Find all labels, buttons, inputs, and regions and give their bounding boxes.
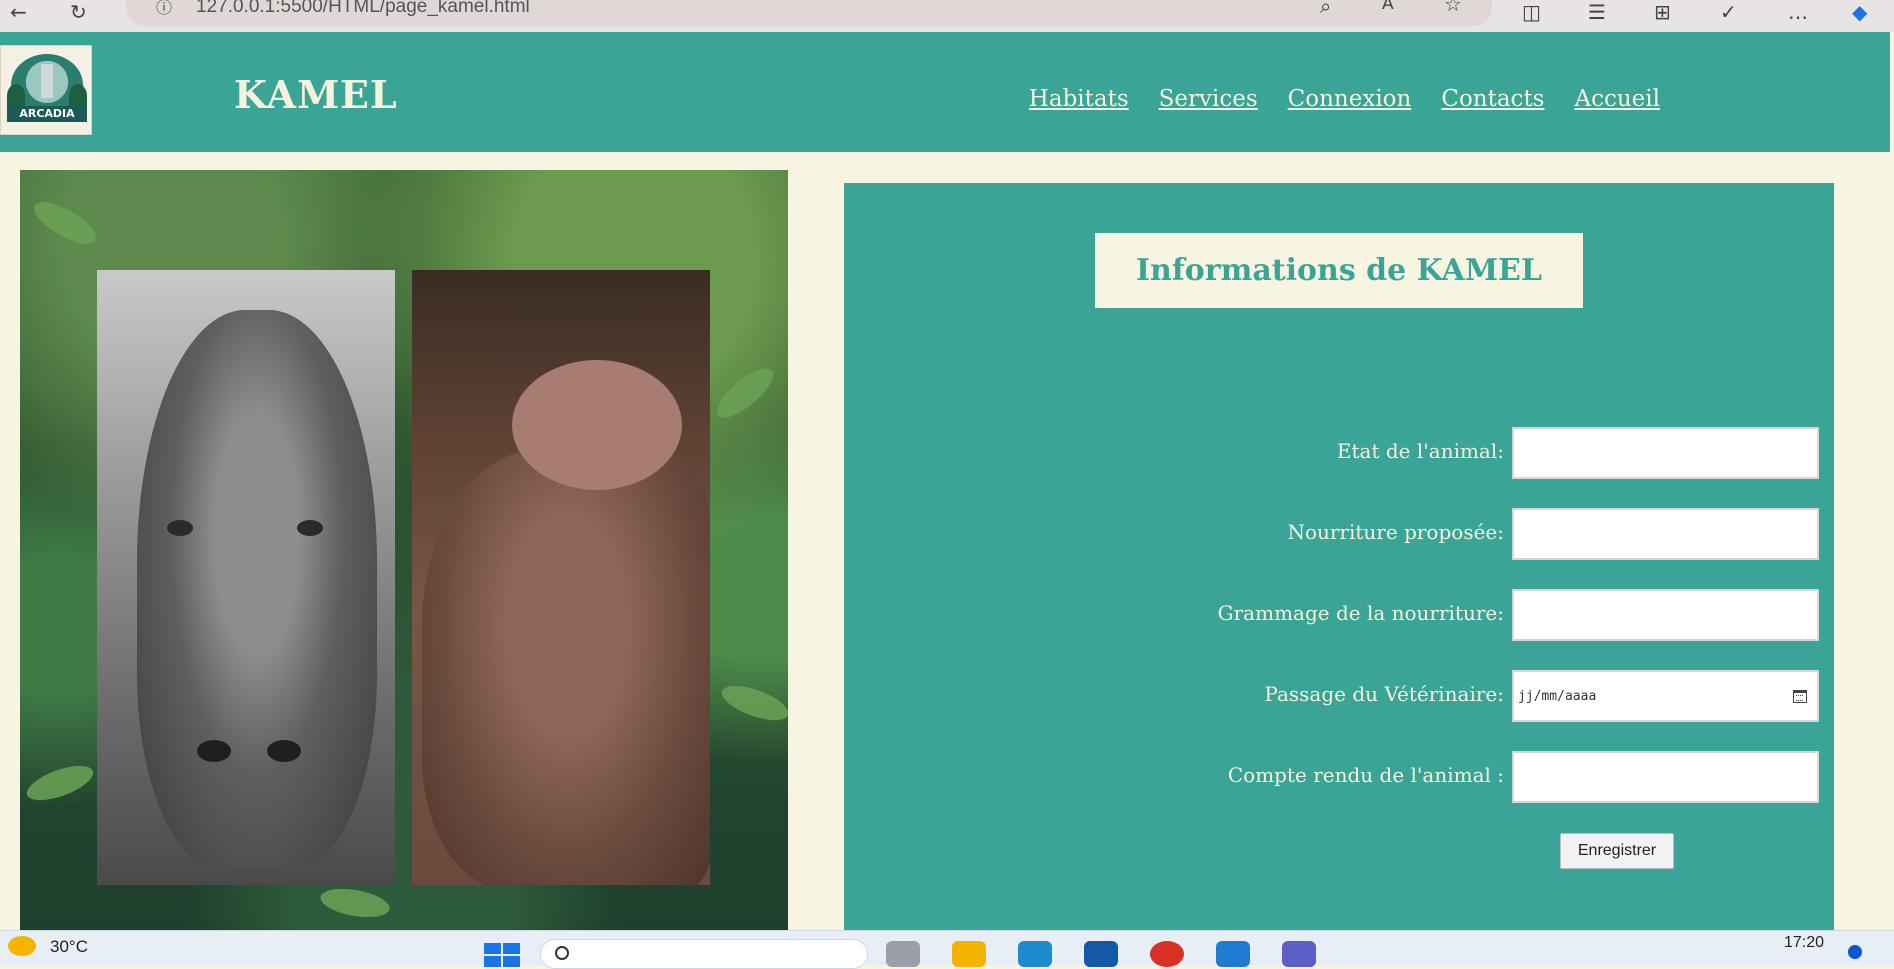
veterinaire-date-input[interactable]: jj/mm/aaaa (1512, 670, 1819, 722)
form-row-veterinaire: Passage du Vétérinaire: jj/mm/aaaa (844, 670, 1834, 722)
chrome-icon[interactable] (1150, 941, 1184, 967)
nav-link-contacts[interactable]: Contacts (1441, 86, 1544, 112)
temperature[interactable]: 30°C (50, 937, 88, 957)
store-icon[interactable] (1084, 941, 1118, 967)
compte-rendu-label: Compte rendu de l'animal : (1227, 763, 1504, 787)
panel-title: Informations de KAMEL (1136, 253, 1542, 288)
hippo-photo-bw (97, 270, 395, 885)
clock[interactable]: 17:20 (1784, 934, 1824, 952)
nav-link-connexion[interactable]: Connexion (1288, 86, 1412, 112)
more-icon[interactable]: … (1788, 0, 1808, 24)
file-explorer-icon[interactable] (952, 941, 986, 967)
animal-info-panel: Informations de KAMEL Etat de l'animal: … (844, 183, 1834, 965)
form-row-etat: Etat de l'animal: (844, 427, 1834, 479)
nourriture-label: Nourriture proposée: (1287, 520, 1504, 544)
address-bar[interactable]: ⓘ 127.0.0.1:5500/HTML/page_kamel.html ⌕ … (126, 0, 1492, 26)
vscode-icon[interactable] (1216, 941, 1250, 967)
arcadia-logo[interactable]: ARCADIA (0, 45, 92, 135)
jungle-leaf (22, 758, 98, 808)
form-row-compte-rendu: Compte rendu de l'animal : (844, 751, 1834, 803)
collections-icon[interactable]: ⊞ (1654, 0, 1671, 24)
jungle-leaf (709, 360, 781, 426)
animal-photo-collage (20, 170, 788, 930)
split-screen-icon[interactable]: ◫ (1522, 0, 1541, 24)
logo-tree-left (7, 84, 25, 108)
hippo-body (422, 450, 710, 885)
compte-rendu-input[interactable] (1512, 751, 1819, 803)
notification-icon[interactable] (1848, 945, 1862, 959)
info-icon[interactable]: ⓘ (156, 0, 172, 18)
hippo-nostril (267, 740, 301, 762)
logo-text: ARCADIA (7, 106, 87, 122)
edge-icon[interactable] (1018, 941, 1052, 967)
etat-input[interactable] (1512, 427, 1819, 479)
favorites-icon[interactable]: ☰ (1588, 0, 1606, 24)
extensions-icon[interactable]: ✓ (1720, 0, 1737, 24)
refresh-icon[interactable]: ↻ (70, 0, 87, 24)
os-taskbar: 30°C 17:20 (0, 930, 1894, 969)
copilot-icon[interactable]: ◆ (1852, 0, 1867, 24)
read-aloud-icon[interactable]: A (1382, 0, 1394, 14)
favorite-star-icon[interactable]: ☆ (1444, 0, 1462, 16)
back-icon[interactable]: ← (10, 0, 27, 24)
form-row-grammage: Grammage de la nourriture: (844, 589, 1834, 641)
nav-link-services[interactable]: Services (1159, 86, 1258, 112)
panel-title-box: Informations de KAMEL (1095, 233, 1583, 308)
browser-toolbar: ← ↻ ⓘ 127.0.0.1:5500/HTML/page_kamel.htm… (0, 0, 1894, 32)
grammage-input[interactable] (1512, 589, 1819, 641)
zoom-icon[interactable]: ⌕ (1320, 0, 1331, 18)
date-placeholder: jj/mm/aaaa (1518, 688, 1597, 704)
site-header: ARCADIA KAMEL Habitats Services Connexio… (0, 32, 1890, 152)
hippo-eye (297, 520, 323, 536)
veterinaire-label: Passage du Vétérinaire: (1264, 682, 1504, 706)
windows-start-icon[interactable] (484, 943, 520, 967)
site-title: KAMEL (234, 72, 398, 117)
nav-link-accueil[interactable]: Accueil (1574, 86, 1660, 112)
calendar-icon[interactable] (1793, 689, 1807, 703)
etat-label: Etat de l'animal: (1336, 439, 1504, 463)
jungle-leaf (318, 884, 392, 922)
main-nav: Habitats Services Connexion Contacts Acc… (1029, 86, 1660, 112)
hippo-photo-color (412, 270, 710, 885)
jungle-leaf (28, 194, 102, 252)
logo-tower (41, 64, 53, 98)
nourriture-input[interactable] (1512, 508, 1819, 560)
grammage-label: Grammage de la nourriture: (1217, 601, 1504, 625)
save-button[interactable]: Enregistrer (1560, 833, 1674, 869)
hippo-mouth (512, 360, 682, 490)
url-text: 127.0.0.1:5500/HTML/page_kamel.html (196, 0, 530, 17)
form-row-nourriture: Nourriture proposée: (844, 508, 1834, 560)
hippo-nostril (197, 740, 231, 762)
hippo-eye (167, 520, 193, 536)
jungle-leaf (717, 678, 788, 728)
task-view-icon[interactable] (886, 941, 920, 967)
logo-tree-right (69, 84, 87, 108)
hippo-head (137, 310, 377, 870)
teams-icon[interactable] (1282, 941, 1316, 967)
nav-link-habitats[interactable]: Habitats (1029, 86, 1129, 112)
search-icon (555, 946, 569, 960)
weather-icon[interactable] (8, 936, 36, 956)
